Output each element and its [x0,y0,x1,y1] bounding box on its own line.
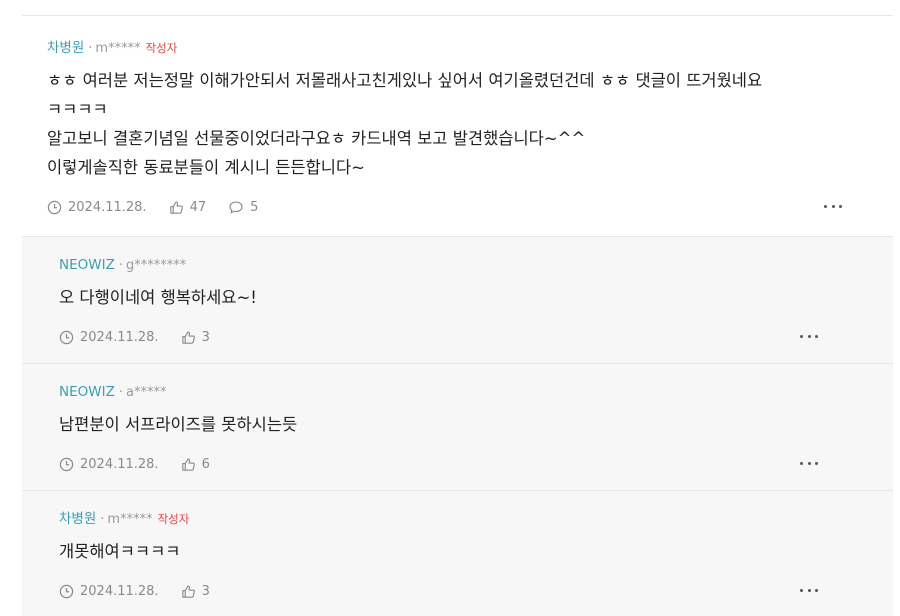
author-name[interactable]: 차병원 [59,511,96,527]
like-count: 3 [201,583,210,599]
comment-line: ㅎㅎ 여러분 저는정말 이해가안되서 저몰래사고친게있나 싶어서 여기올렸던건데… [47,71,763,90]
user-id: m***** [107,512,153,527]
comment-line: 이렇게솔직한 동료분들이 계시니 든든합니다~ [47,158,365,177]
more-dots-icon [800,334,803,338]
date-text: 2024.11.28. [80,456,159,472]
like-count: 6 [201,456,210,472]
reply-body: 오 다행이네여 행복하세요~! [59,288,257,307]
more-dots-icon [815,334,818,338]
user-id: g******** [125,258,187,273]
author-name[interactable]: NEOWIZ [59,257,115,273]
writer-badge: 작성자 [157,512,190,526]
comment-meta: 2024.11.28. 47 5 [47,196,868,218]
thumbs-up-icon [169,201,183,214]
more-dots-icon [824,204,827,208]
user-id: m***** [95,41,141,56]
more-dots-icon [800,461,803,465]
date-text: 2024.11.28. [80,329,159,345]
more-dots-icon [807,588,811,592]
date-text: 2024.11.28. [80,583,159,599]
clock-icon [47,200,62,214]
reply-meta: 2024.11.28. 3 [59,580,856,602]
more-dots-icon [807,461,811,465]
more-dots-icon [807,334,811,338]
more-dots-icon [815,461,818,465]
more-dots-icon [831,204,835,208]
more-options-button[interactable] [800,456,818,470]
reply-item: NEOWIZ · g******** 오 다행이네여 행복하세요~! 2024.11… [22,236,893,363]
reply-count: 5 [250,199,259,215]
more-options-button[interactable] [800,329,818,343]
reply-date: 2024.11.28. [59,584,159,599]
like-button[interactable]: 47 [169,199,207,215]
reply-item: 차병원 · m***** 작성자 개못해여ㅋㅋㅋㅋ 2024.11.28. 3 [22,490,893,616]
speech-bubble-icon [229,201,243,213]
like-button[interactable]: 3 [181,330,210,345]
author-name[interactable]: NEOWIZ [59,384,115,400]
reply-meta: 2024.11.28. 3 [59,326,856,348]
comment-date: 2024.11.28. [47,200,147,215]
separator-dot: · [118,385,123,400]
comment-line: ㅋㅋㅋㅋ [47,100,108,119]
more-options-button[interactable] [824,199,842,213]
clock-icon [59,457,74,471]
like-count: 47 [189,199,207,215]
writer-badge: 작성자 [145,41,178,55]
author-name[interactable]: 차병원 [47,40,84,56]
separator-dot: · [100,512,105,527]
reply-date: 2024.11.28. [59,330,159,345]
date-text: 2024.11.28. [68,199,147,215]
thumbs-up-icon [181,458,195,471]
reply-date: 2024.11.28. [59,457,159,472]
comment-author-line: 차병원 · m***** 작성자 [47,40,868,57]
reply-button[interactable]: 5 [228,200,258,215]
comment-item: 차병원 · m***** 작성자 ㅎㅎ 여러분 저는정말 이해가안되서 저몰래사고친게… [22,16,893,236]
comment-thread: 차병원 · m***** 작성자 ㅎㅎ 여러분 저는정말 이해가안되서 저몰래사고친게… [0,0,900,616]
thumbs-up-icon [181,585,195,598]
reply-author-line: NEOWIZ · a***** [59,384,856,401]
reply-body: 개못해여ㅋㅋㅋㅋ [59,542,181,561]
more-dots-icon [815,588,818,592]
like-count: 3 [201,329,210,345]
reply-author-line: NEOWIZ · g******** [59,257,856,274]
clock-icon [59,584,74,598]
like-button[interactable]: 6 [181,457,210,472]
reply-meta: 2024.11.28. 6 [59,453,856,475]
user-id: a***** [125,385,167,400]
thumbs-up-icon [181,331,195,344]
like-button[interactable]: 3 [181,584,210,599]
more-options-button[interactable] [800,583,818,597]
more-dots-icon [800,588,803,592]
comment-line: 알고보니 결혼기념일 선물중이었더라구요ㅎ 카드내역 보고 발견했습니다~^^ [47,129,586,148]
reply-author-line: 차병원 · m***** 작성자 [59,511,856,528]
reply-body: 남편분이 서프라이즈를 못하시는듯 [59,415,298,434]
clock-icon [59,330,74,344]
reply-item: NEOWIZ · a***** 남편분이 서프라이즈를 못하시는듯 2024.11.… [22,363,893,490]
separator-dot: · [88,41,93,56]
more-dots-icon [839,204,842,208]
comment-body: ㅎㅎ 여러분 저는정말 이해가안되서 저몰래사고친게있나 싶어서 여기올렸던건데… [47,66,868,182]
separator-dot: · [118,258,123,273]
